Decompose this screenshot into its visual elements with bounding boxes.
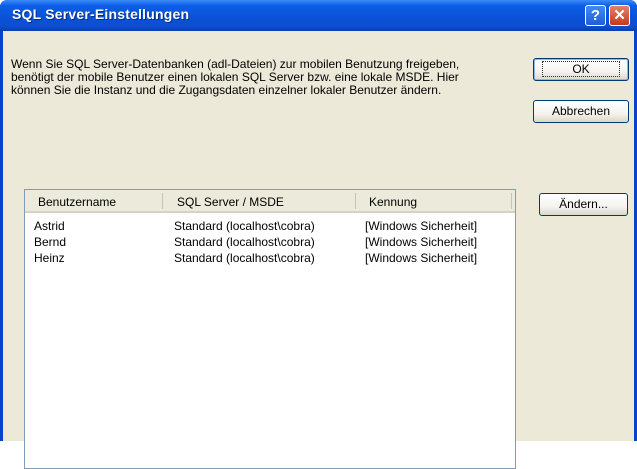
ok-button-label: OK [542,61,620,77]
column-divider[interactable] [511,193,512,209]
table-row[interactable]: Heinz Standard (localhost\cobra) [Window… [25,251,515,267]
cell-sql-server: Standard (localhost\cobra) [174,235,315,249]
users-list-view[interactable]: Benutzername SQL Server / MSDE Kennung A… [24,189,516,469]
list-header: Benutzername SQL Server / MSDE Kennung [25,190,515,213]
cell-id: [Windows Sicherheit] [365,219,478,233]
table-row[interactable]: Bernd Standard (localhost\cobra) [Window… [25,235,515,251]
cell-sql-server: Standard (localhost\cobra) [174,219,315,233]
table-row[interactable]: Astrid Standard (localhost\cobra) [Windo… [25,219,515,235]
column-header-id[interactable]: Kennung [369,195,417,209]
column-divider[interactable] [355,193,356,209]
close-icon: ✕ [613,7,626,24]
cell-id: [Windows Sicherheit] [365,251,478,265]
cell-username: Astrid [34,219,65,233]
title-bar[interactable]: SQL Server-Einstellungen ? ✕ [0,0,637,31]
window-title: SQL Server-Einstellungen [12,6,190,22]
dialog-body: Wenn Sie SQL Server-Datenbanken (adl-Dat… [3,31,634,469]
column-divider[interactable] [162,193,163,209]
column-header-sql-server[interactable]: SQL Server / MSDE [177,195,284,209]
help-button[interactable]: ? [585,5,606,26]
ok-button[interactable]: OK [533,58,629,81]
close-button[interactable]: ✕ [609,5,630,26]
description-text: Wenn Sie SQL Server-Datenbanken (adl-Dat… [11,57,460,97]
cancel-button[interactable]: Abbrechen [533,100,629,123]
cell-id: [Windows Sicherheit] [365,235,478,249]
dialog-window: SQL Server-Einstellungen ? ✕ Wenn Sie SQ… [0,0,637,469]
cell-sql-server: Standard (localhost\cobra) [174,251,315,265]
column-header-username[interactable]: Benutzername [38,195,116,209]
change-button[interactable]: Ändern... [539,193,628,216]
cell-username: Heinz [34,251,65,265]
question-mark-icon: ? [590,7,601,24]
cell-username: Bernd [34,235,67,249]
